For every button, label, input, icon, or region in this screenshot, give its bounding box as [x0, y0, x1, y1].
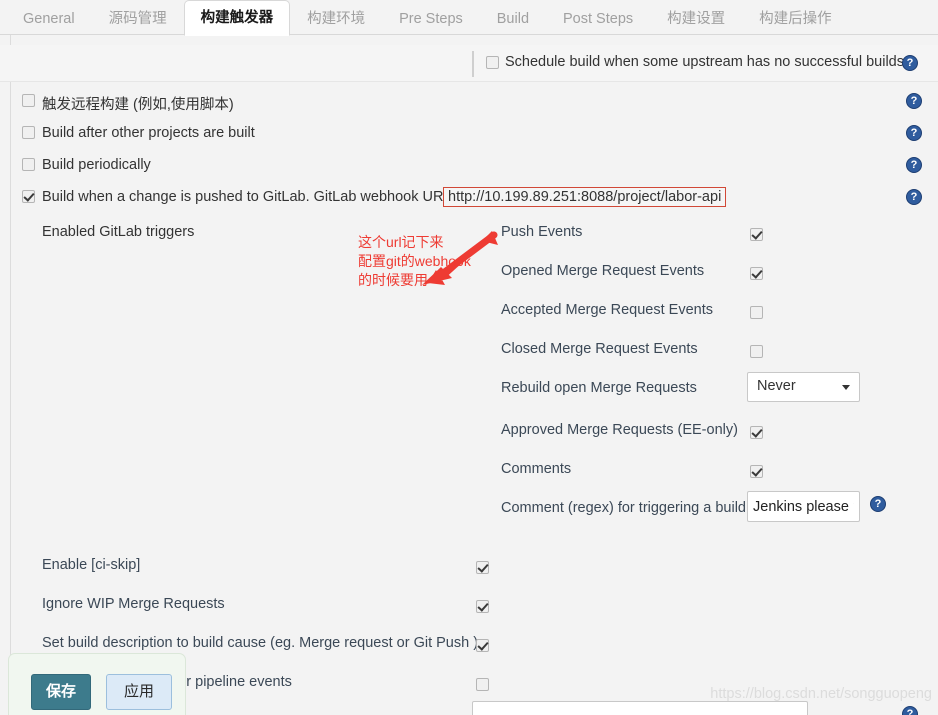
trigger-gitlab-label: Build when a change is pushed to GitLab.…	[42, 189, 456, 205]
rebuild-open-mr-select[interactable]: Never	[747, 372, 860, 402]
trigger-after-projects-label: Build after other projects are built	[42, 125, 255, 141]
option-row-approved-mr: Approved Merge Requests (EE-only)	[0, 416, 938, 455]
option-row-accepted-mr: Accepted Merge Request Events	[0, 296, 938, 335]
option-checkbox-closed-mr[interactable]	[750, 345, 763, 358]
config-tab-bar: General 源码管理 构建触发器 构建环境 Pre Steps Build Post S…	[0, 0, 938, 36]
tab-2[interactable]: 构建触发器	[183, 0, 291, 36]
bottom-checkbox-ci-skip[interactable]	[476, 561, 489, 574]
option-row-closed-mr: Closed Merge Request Events	[0, 335, 938, 374]
bottom-label-ignore-wip: Ignore WIP Merge Requests	[42, 596, 225, 612]
tab-0[interactable]: General	[6, 1, 92, 35]
bottom-row-ignore-wip: Ignore WIP Merge Requests	[0, 590, 938, 629]
help-icon-comment-regex[interactable]	[870, 496, 886, 512]
chevron-down-icon	[842, 385, 850, 390]
tab-6[interactable]: Post Steps	[546, 1, 650, 35]
schedule-upstream-label: Schedule build when some upstream has no…	[505, 54, 904, 70]
option-label-opened-mr: Opened Merge Request Events	[501, 263, 705, 279]
bottom-checkbox-secret-token[interactable]	[476, 678, 489, 691]
help-icon-trigger-periodically[interactable]	[906, 157, 922, 173]
bottom-partial-input[interactable]	[472, 701, 808, 715]
trigger-row-periodically: Build periodically	[0, 152, 938, 182]
option-row-push-events: Push Events	[0, 218, 938, 257]
tab-1[interactable]: 源码管理	[92, 1, 184, 35]
option-checkbox-comments[interactable]	[750, 465, 763, 478]
upstream-separator	[472, 51, 474, 77]
help-icon-schedule-upstream[interactable]	[902, 55, 918, 71]
trigger-periodically-checkbox[interactable]	[22, 158, 35, 171]
tab-7[interactable]: 构建设置	[650, 1, 742, 35]
upstream-schedule-row: Schedule build when some upstream has no…	[0, 45, 938, 82]
trigger-row-remote: 触发远程构建 (例如,使用脚本)	[0, 88, 938, 118]
help-icon-trigger-remote[interactable]	[906, 93, 922, 109]
trigger-row-after-projects: Build after other projects are built	[0, 120, 938, 150]
tab-4[interactable]: Pre Steps	[382, 1, 480, 35]
option-row-rebuild-open-mr: Rebuild open Merge Requests Never	[0, 372, 938, 413]
bottom-label-ci-skip: Enable [ci-skip]	[42, 557, 141, 573]
bottom-checkbox-ignore-wip[interactable]	[476, 600, 489, 613]
apply-button[interactable]: 应用	[106, 674, 172, 710]
option-label-approved-mr: Approved Merge Requests (EE-only)	[501, 422, 738, 438]
rebuild-open-mr-value: Never	[757, 378, 796, 394]
config-tabs: General 源码管理 构建触发器 构建环境 Pre Steps Build Post S…	[6, 0, 849, 36]
option-label-rebuild-open-mr: Rebuild open Merge Requests	[501, 380, 697, 396]
watermark-text: https://blog.csdn.net/songguopeng	[710, 686, 932, 702]
floating-action-bar: 保存 应用	[8, 653, 186, 715]
option-row-comment-regex: Comment (regex) for triggering a build	[0, 491, 938, 533]
bottom-label-build-description: Set build description to build cause (eg…	[42, 635, 479, 651]
schedule-upstream-checkbox[interactable]	[486, 56, 499, 69]
option-row-comments: Comments	[0, 455, 938, 494]
help-icon-bottom-partial[interactable]	[902, 706, 918, 715]
help-icon-trigger-gitlab[interactable]	[906, 189, 922, 205]
help-icon-trigger-after-projects[interactable]	[906, 125, 922, 141]
trigger-remote-checkbox[interactable]	[22, 94, 35, 107]
jenkins-job-config-page: General 源码管理 构建触发器 构建环境 Pre Steps Build Post S…	[0, 0, 938, 715]
option-label-comment-regex: Comment (regex) for triggering a build	[501, 500, 746, 516]
bottom-checkbox-build-description[interactable]	[476, 639, 489, 652]
trigger-periodically-label: Build periodically	[42, 157, 151, 173]
comment-regex-input[interactable]	[747, 491, 860, 522]
bottom-row-ci-skip: Enable [ci-skip]	[0, 551, 938, 590]
option-checkbox-push-events[interactable]	[750, 228, 763, 241]
option-label-closed-mr: Closed Merge Request Events	[501, 341, 698, 357]
tab-8[interactable]: 构建后操作	[742, 1, 849, 35]
trigger-remote-label: 触发远程构建 (例如,使用脚本)	[42, 97, 234, 113]
option-label-accepted-mr: Accepted Merge Request Events	[501, 302, 713, 318]
trigger-gitlab-checkbox[interactable]	[22, 190, 35, 203]
option-checkbox-opened-mr[interactable]	[750, 267, 763, 280]
option-checkbox-approved-mr[interactable]	[750, 426, 763, 439]
tab-3[interactable]: 构建环境	[290, 1, 382, 35]
option-row-opened-mr: Opened Merge Request Events	[0, 257, 938, 296]
option-label-push-events: Push Events	[501, 224, 583, 240]
save-button[interactable]: 保存	[31, 674, 91, 710]
option-checkbox-accepted-mr[interactable]	[750, 306, 763, 319]
trigger-row-gitlab: Build when a change is pushed to GitLab.…	[0, 184, 938, 214]
tab-5[interactable]: Build	[480, 1, 546, 35]
config-content: Schedule build when some upstream has no…	[0, 35, 938, 715]
gitlab-webhook-url[interactable]: http://10.199.89.251:8088/project/labor-…	[443, 187, 727, 207]
trigger-after-projects-checkbox[interactable]	[22, 126, 35, 139]
option-label-comments: Comments	[501, 461, 572, 477]
